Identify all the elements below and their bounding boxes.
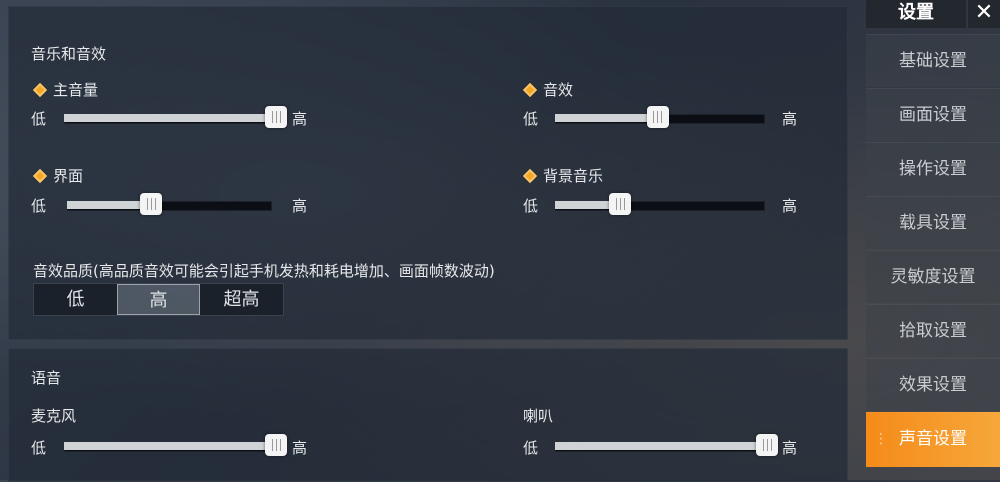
- diamond-bullet-icon: [522, 168, 538, 183]
- diamond-bullet-icon: [32, 168, 48, 183]
- close-icon[interactable]: ✕: [968, 0, 1000, 28]
- settings-sidebar: 设置 ✕ 基础设置 画面设置 操作设置 载具设置 灵敏度设置 拾取设置 效果设置…: [866, 0, 1000, 480]
- sound-quality-label: 音效品质(高品质音效可能会引起手机发热和耗电增加、画面帧数波动): [33, 262, 495, 280]
- speaker-volume-slider[interactable]: [555, 434, 778, 456]
- ui-high-label: 高: [292, 197, 308, 215]
- slider-thumb[interactable]: [265, 106, 287, 128]
- speaker-low-label: 低: [523, 439, 539, 457]
- bgm-high-label: 高: [782, 197, 798, 215]
- sfx-low-label: 低: [523, 110, 539, 128]
- bgm-volume-text: 背景音乐: [543, 167, 604, 185]
- ui-volume-slider[interactable]: [67, 193, 272, 215]
- sidebar-item-pickup[interactable]: 拾取设置: [866, 304, 1000, 357]
- bgm-volume-label: 背景音乐: [522, 165, 604, 186]
- sfx-volume-text: 音效: [543, 81, 574, 99]
- section-title-voice: 语音: [31, 369, 62, 387]
- master-high-label: 高: [292, 110, 308, 128]
- sidebar-item-graphics[interactable]: 画面设置: [866, 88, 1000, 141]
- sidebar-item-basic[interactable]: 基础设置: [866, 34, 1000, 87]
- speaker-high-label: 高: [782, 439, 798, 457]
- ui-low-label: 低: [31, 197, 47, 215]
- drag-dots-icon: ⋮: [874, 431, 888, 447]
- master-volume-slider[interactable]: [64, 106, 287, 128]
- mic-label: 麦克风: [31, 405, 76, 426]
- quality-option-ultra[interactable]: 超高: [200, 284, 283, 315]
- speaker-label: 喇叭: [523, 405, 553, 426]
- sfx-volume-slider[interactable]: [555, 106, 765, 128]
- audio-settings-panel: 音乐和音效 主音量 低 高 音效 低 高 界面 低 高 背景音乐 低 高 音效品…: [8, 6, 848, 340]
- sound-quality-selector: 低 高 超高: [33, 283, 284, 316]
- ui-volume-text: 界面: [53, 167, 84, 185]
- voice-settings-panel: 语音 麦克风 低 高 喇叭 低 高: [8, 348, 848, 482]
- master-volume-label: 主音量: [32, 79, 99, 100]
- slider-thumb[interactable]: [646, 106, 669, 128]
- bgm-low-label: 低: [523, 197, 539, 215]
- sidebar-item-effects[interactable]: 效果设置: [866, 358, 1000, 411]
- bgm-volume-slider[interactable]: [555, 193, 765, 215]
- section-title-audio: 音乐和音效: [31, 45, 107, 63]
- quality-option-low[interactable]: 低: [34, 284, 117, 315]
- sidebar-item-vehicle[interactable]: 载具设置: [866, 196, 1000, 249]
- diamond-bullet-icon: [32, 82, 48, 97]
- master-volume-text: 主音量: [53, 81, 99, 99]
- ui-volume-label: 界面: [32, 165, 84, 186]
- slider-thumb[interactable]: [609, 193, 632, 215]
- sidebar-title: 设置: [866, 0, 966, 28]
- speaker-text: 喇叭: [523, 407, 554, 425]
- sfx-high-label: 高: [782, 110, 798, 128]
- diamond-bullet-icon: [522, 82, 538, 97]
- mic-high-label: 高: [292, 439, 308, 457]
- sidebar-item-controls[interactable]: 操作设置: [866, 142, 1000, 195]
- quality-option-high[interactable]: 高: [117, 284, 200, 315]
- master-low-label: 低: [31, 110, 47, 128]
- slider-thumb[interactable]: [756, 434, 778, 456]
- sfx-volume-label: 音效: [522, 79, 574, 100]
- sidebar-item-sound-label: 声音设置: [899, 429, 967, 449]
- mic-text: 麦克风: [31, 407, 77, 425]
- sidebar-item-sound[interactable]: ⋮ 声音设置: [866, 412, 1000, 467]
- sidebar-item-sensitivity[interactable]: 灵敏度设置: [866, 250, 1000, 303]
- slider-thumb[interactable]: [265, 434, 287, 456]
- mic-low-label: 低: [31, 439, 47, 457]
- slider-thumb[interactable]: [140, 193, 163, 215]
- mic-volume-slider[interactable]: [64, 434, 287, 456]
